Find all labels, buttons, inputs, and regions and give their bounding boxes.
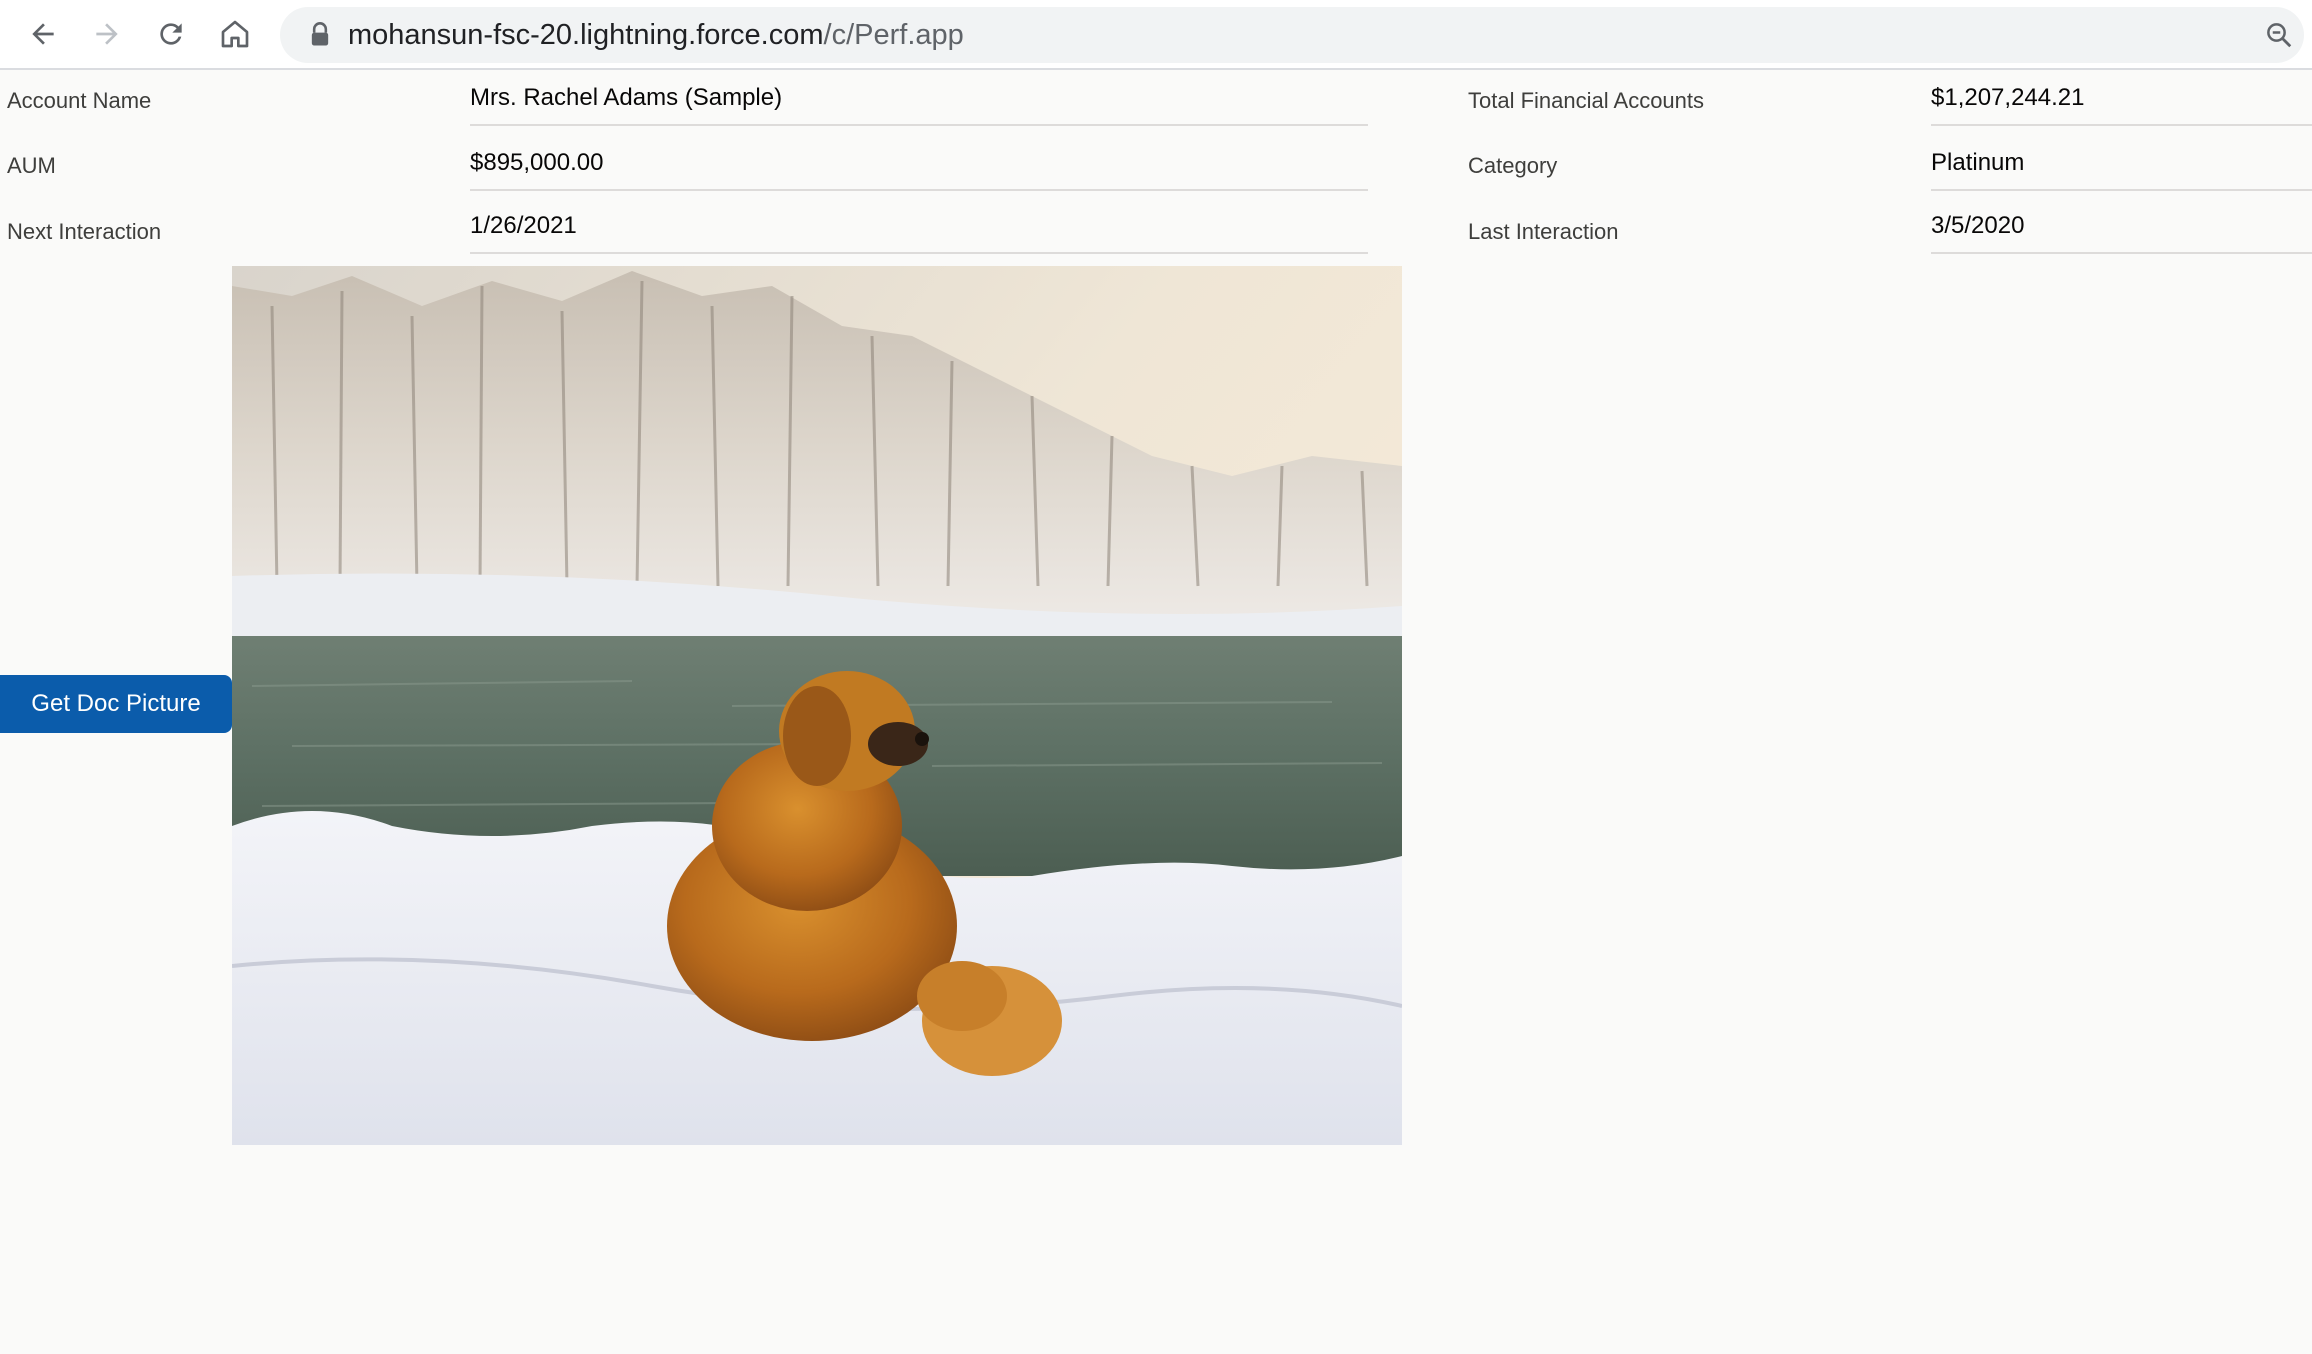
category-label: Category	[1468, 153, 1558, 178]
zoom-icon[interactable]	[2264, 20, 2294, 50]
aum-label: AUM	[7, 153, 56, 178]
lock-icon[interactable]	[306, 21, 334, 49]
home-icon[interactable]	[212, 11, 258, 57]
total-financial-accounts-label: Total Financial Accounts	[1468, 88, 1705, 113]
back-arrow-icon[interactable]	[20, 11, 66, 57]
url-path: /c/Perf.app	[823, 19, 964, 51]
browser-toolbar: mohansun-fsc-20.lightning.force.com/c/Pe…	[0, 0, 2312, 70]
last-interaction-value: 3/5/2020	[1931, 208, 2312, 254]
forward-arrow-icon[interactable]	[84, 11, 130, 57]
address-bar[interactable]: mohansun-fsc-20.lightning.force.com/c/Pe…	[280, 7, 2304, 63]
reload-icon[interactable]	[148, 11, 194, 57]
last-interaction-label: Last Interaction	[1468, 219, 1619, 244]
url-text[interactable]: mohansun-fsc-20.lightning.force.com/c/Pe…	[348, 7, 964, 63]
next-interaction-label: Next Interaction	[7, 219, 162, 244]
category-value: Platinum	[1931, 145, 2312, 191]
account-name-label: Account Name	[7, 88, 152, 113]
aum-value: $895,000.00	[470, 145, 1368, 191]
get-doc-picture-button[interactable]: Get Doc Picture	[0, 675, 232, 733]
next-interaction-value: 1/26/2021	[470, 208, 1368, 254]
url-host: mohansun-fsc-20.lightning.force.com	[348, 19, 824, 51]
total-financial-accounts-value: $1,207,244.21	[1931, 80, 2312, 126]
doc-picture	[232, 266, 1402, 1145]
account-name-value: Mrs. Rachel Adams (Sample)	[470, 80, 1368, 126]
